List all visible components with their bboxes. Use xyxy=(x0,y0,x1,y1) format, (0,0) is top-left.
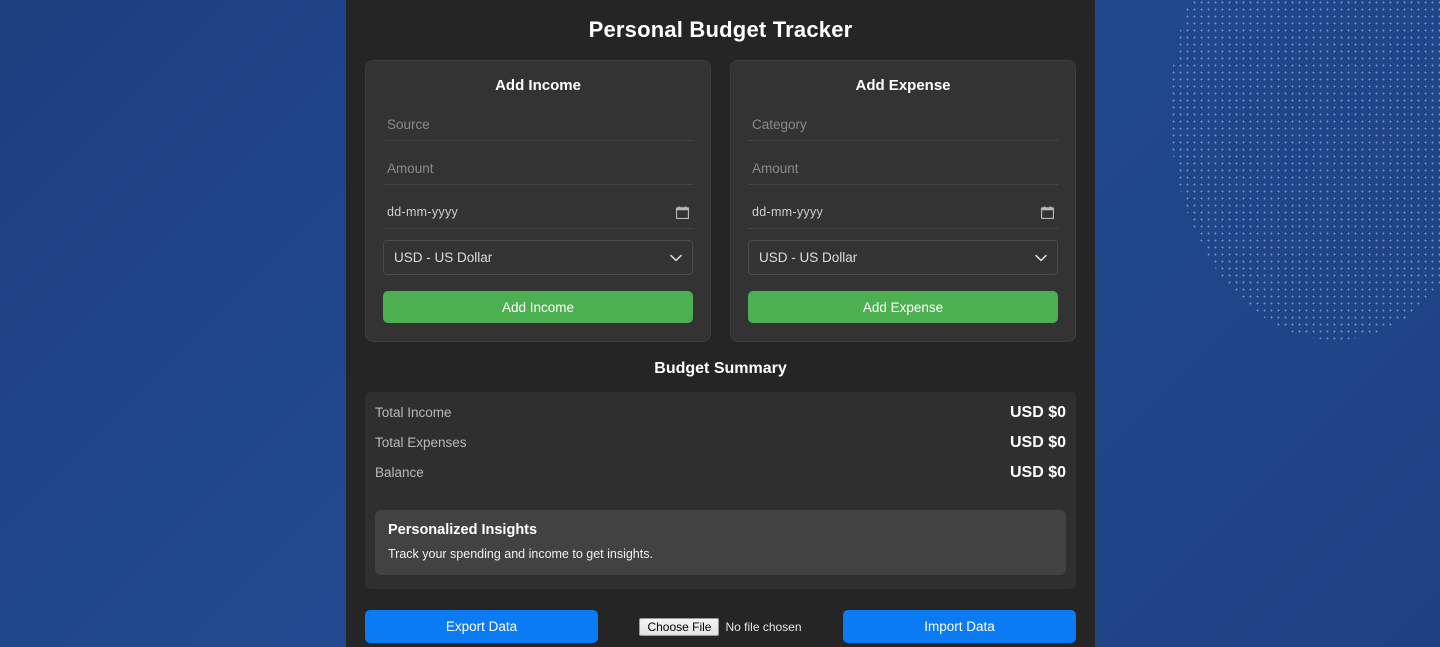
budget-summary-title: Budget Summary xyxy=(654,360,787,377)
insights-title: Personalized Insights xyxy=(388,522,538,538)
file-status-label: No file chosen xyxy=(725,619,802,634)
chevron-down-icon xyxy=(1035,254,1047,261)
add-expense-card: Add Expense dd-mm-yyyy USD - US Dollar A xyxy=(730,60,1076,342)
income-source-input[interactable] xyxy=(383,108,693,141)
income-date-placeholder: dd-mm-yyyy xyxy=(387,205,459,219)
add-income-title: Add Income xyxy=(495,77,581,94)
add-income-button[interactable]: Add Income xyxy=(383,291,693,323)
summary-label: Total Expenses xyxy=(375,435,467,450)
import-data-button[interactable]: Import Data xyxy=(843,610,1076,643)
income-amount-input[interactable] xyxy=(383,152,693,185)
background-dot-pattern xyxy=(1170,0,1440,340)
expense-currency-value: USD - US Dollar xyxy=(759,250,858,265)
expense-category-input[interactable] xyxy=(748,108,1058,141)
import-file-input[interactable]: Choose File No file chosen xyxy=(598,617,843,636)
summary-row-total-expenses: Total Expenses USD $0 xyxy=(375,434,1066,464)
expense-date-input[interactable]: dd-mm-yyyy xyxy=(748,196,1058,229)
insights-text: Track your spending and income to get in… xyxy=(388,547,653,561)
chevron-down-icon xyxy=(670,254,682,261)
forms-row: Add Income dd-mm-yyyy USD - US Dollar Ad xyxy=(365,60,1076,342)
summary-value: USD $0 xyxy=(1009,434,1066,451)
income-currency-select[interactable]: USD - US Dollar xyxy=(383,240,693,275)
summary-value: USD $0 xyxy=(1009,464,1066,481)
income-date-input[interactable]: dd-mm-yyyy xyxy=(383,196,693,229)
income-currency-value: USD - US Dollar xyxy=(394,250,493,265)
expense-date-placeholder: dd-mm-yyyy xyxy=(752,205,824,219)
summary-row-balance: Balance USD $0 xyxy=(375,464,1066,494)
calendar-icon[interactable] xyxy=(1041,205,1054,219)
summary-row-total-income: Total Income USD $0 xyxy=(375,404,1066,434)
add-expense-title: Add Expense xyxy=(855,77,951,94)
personalized-insights-panel: Personalized Insights Track your spendin… xyxy=(375,510,1066,575)
actions-row: Export Data Choose File No file chosen I… xyxy=(365,589,1076,643)
add-expense-button[interactable]: Add Expense xyxy=(748,291,1058,323)
expense-amount-input[interactable] xyxy=(748,152,1058,185)
summary-value: USD $0 xyxy=(1009,404,1066,421)
app-window: Personal Budget Tracker Add Income dd-mm… xyxy=(346,0,1095,647)
page-title: Personal Budget Tracker xyxy=(588,17,853,42)
summary-label: Total Income xyxy=(375,405,452,420)
calendar-icon[interactable] xyxy=(676,205,689,219)
export-data-button[interactable]: Export Data xyxy=(365,610,598,643)
expense-currency-select[interactable]: USD - US Dollar xyxy=(748,240,1058,275)
budget-summary-panel: Total Income USD $0 Total Expenses USD $… xyxy=(365,392,1076,589)
choose-file-button[interactable]: Choose File xyxy=(639,617,720,636)
summary-label: Balance xyxy=(375,465,424,480)
add-income-card: Add Income dd-mm-yyyy USD - US Dollar Ad xyxy=(365,60,711,342)
